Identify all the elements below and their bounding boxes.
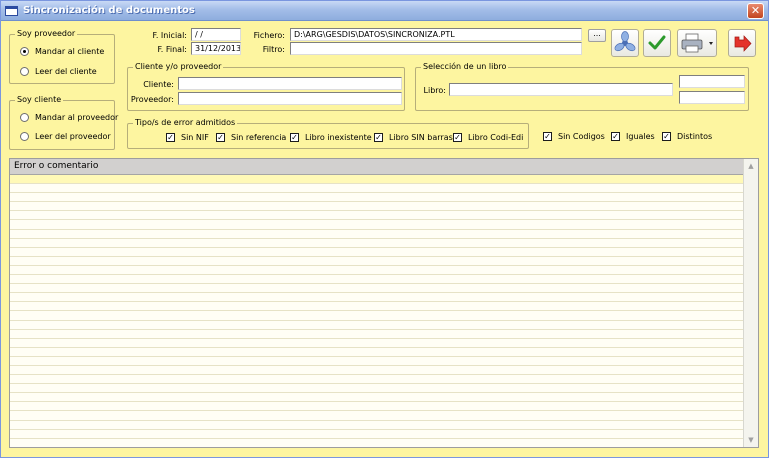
table-row[interactable] (10, 230, 744, 239)
radio-leer-proveedor[interactable] (20, 132, 29, 141)
title-bar: Sincronización de documentos ✕ (1, 1, 768, 21)
libro-extra-1[interactable] (679, 75, 745, 88)
check-sin-codigos[interactable]: ✓ (543, 132, 552, 141)
cliente-proveedor-group: Cliente y/o proveedor Cliente: Proveedor… (127, 62, 405, 111)
errores-title: Tipo/s de error admitidos (133, 118, 238, 127)
window-icon (5, 6, 18, 16)
table-row[interactable] (10, 184, 744, 194)
radio-leer-cliente[interactable] (20, 67, 29, 76)
radio-mandar-cliente-label[interactable]: Mandar al cliente (35, 47, 104, 56)
table-row[interactable] (10, 293, 744, 303)
filtro-label: Filtro: (262, 45, 285, 54)
cliente-input[interactable] (178, 77, 402, 90)
exit-button[interactable] (728, 29, 756, 57)
errores-group: Tipo/s de error admitidos ✓ Sin NIF ✓ Si… (127, 118, 529, 149)
table-row[interactable] (10, 193, 744, 203)
printer-icon (681, 33, 713, 53)
table-row[interactable] (10, 248, 744, 257)
table-row[interactable] (10, 239, 744, 248)
sync-button[interactable] (611, 29, 639, 57)
scroll-up-icon[interactable]: ▲ (746, 161, 756, 171)
browse-button[interactable]: ... (588, 29, 606, 42)
accept-button[interactable] (643, 29, 671, 57)
scroll-down-icon[interactable]: ▼ (746, 435, 756, 445)
cliente-label: Cliente: (143, 80, 174, 89)
table-row[interactable] (10, 402, 744, 412)
close-button[interactable]: ✕ (747, 3, 764, 19)
table-row[interactable] (10, 257, 744, 266)
table-row[interactable] (10, 211, 744, 221)
check-libro-inexistente-label[interactable]: Libro inexistente (305, 133, 372, 142)
cliente-proveedor-title: Cliente y/o proveedor (133, 62, 224, 71)
table-row[interactable] (10, 266, 744, 276)
check-sin-codigos-label[interactable]: Sin Codigos (558, 132, 605, 141)
exit-arrow-icon (734, 35, 752, 52)
fichero-label: Fichero: (253, 31, 285, 40)
fecha-inicial-input[interactable]: / / (191, 28, 241, 41)
check-distintos[interactable]: ✓ (662, 132, 671, 141)
check-libro-codi-edi-label[interactable]: Libro Codi-Edi (468, 133, 523, 142)
check-iguales-label[interactable]: Iguales (626, 132, 655, 141)
table-row[interactable] (10, 311, 744, 321)
table-row[interactable] (10, 357, 744, 366)
fecha-final-label: F. Final: (157, 45, 187, 54)
table-row[interactable] (10, 220, 744, 230)
table-row[interactable] (10, 202, 744, 212)
radio-leer-proveedor-label[interactable]: Leer del proveedor (35, 132, 111, 141)
table-row[interactable] (10, 275, 744, 285)
check-sin-referencia-label[interactable]: Sin referencia (231, 133, 286, 142)
vertical-scrollbar[interactable]: ▲ ▼ (743, 159, 758, 447)
fichero-input[interactable]: D:\ARG\GESDIS\DATOS\SINCRONIZA.PTL (290, 28, 582, 41)
radio-mandar-proveedor[interactable] (20, 113, 29, 122)
radio-leer-cliente-label[interactable]: Leer del cliente (35, 67, 97, 76)
radio-mandar-cliente[interactable] (20, 47, 29, 56)
grid-header-error[interactable]: Error o comentario (10, 159, 744, 175)
table-row[interactable] (10, 421, 744, 430)
libro-label: Libro: (423, 86, 446, 95)
print-button[interactable] (677, 29, 717, 57)
soy-cliente-group: Soy cliente Mandar al proveedor Leer del… (9, 95, 118, 150)
libro-title: Selección de un libro (421, 62, 509, 71)
check-distintos-label[interactable]: Distintos (677, 132, 712, 141)
table-row[interactable] (10, 348, 744, 357)
table-row[interactable] (10, 411, 744, 421)
table-row[interactable] (10, 339, 744, 348)
proveedor-label: Proveedor: (130, 95, 174, 104)
table-row[interactable] (10, 330, 744, 339)
check-sin-nif-label[interactable]: Sin NIF (181, 133, 209, 142)
grid-rows (10, 175, 744, 447)
fecha-inicial-label: F. Inicial: (152, 31, 188, 40)
check-sin-referencia[interactable]: ✓ (216, 133, 225, 142)
proveedor-input[interactable] (178, 92, 402, 105)
fecha-final-input[interactable]: 31/12/2013 (191, 42, 241, 55)
table-row[interactable] (10, 375, 744, 385)
window-title: Sincronización de documentos (23, 5, 195, 16)
libro-input[interactable] (449, 83, 673, 96)
check-libro-sin-barras[interactable]: ✓ (374, 133, 383, 142)
check-libro-inexistente[interactable]: ✓ (290, 133, 299, 142)
fan-icon (614, 31, 636, 52)
table-row[interactable] (10, 384, 744, 394)
table-row[interactable] (10, 284, 744, 294)
table-row[interactable] (10, 321, 744, 330)
table-row[interactable] (10, 302, 744, 312)
soy-proveedor-group: Soy proveedor Mandar al cliente Leer del… (9, 29, 115, 84)
table-row[interactable] (10, 175, 744, 185)
table-row[interactable] (10, 430, 744, 439)
table-row[interactable] (10, 393, 744, 403)
main-window: Sincronización de documentos ✕ Soy prove… (0, 0, 769, 458)
table-row[interactable] (10, 366, 744, 376)
check-libro-codi-edi[interactable]: ✓ (453, 133, 462, 142)
soy-proveedor-title: Soy proveedor (15, 29, 78, 38)
errores-grid[interactable]: Error o comentario ▲ ▼ (9, 158, 759, 448)
libro-extra-2[interactable] (679, 91, 745, 104)
soy-cliente-title: Soy cliente (15, 95, 64, 104)
radio-mandar-proveedor-label[interactable]: Mandar al proveedor (35, 113, 118, 122)
check-sin-nif[interactable]: ✓ (166, 133, 175, 142)
check-icon (648, 35, 666, 50)
filtro-input[interactable] (290, 42, 582, 55)
check-iguales[interactable]: ✓ (611, 132, 620, 141)
check-libro-sin-barras-label[interactable]: Libro SIN barras (389, 133, 453, 142)
libro-group: Selección de un libro Libro: (415, 62, 749, 111)
